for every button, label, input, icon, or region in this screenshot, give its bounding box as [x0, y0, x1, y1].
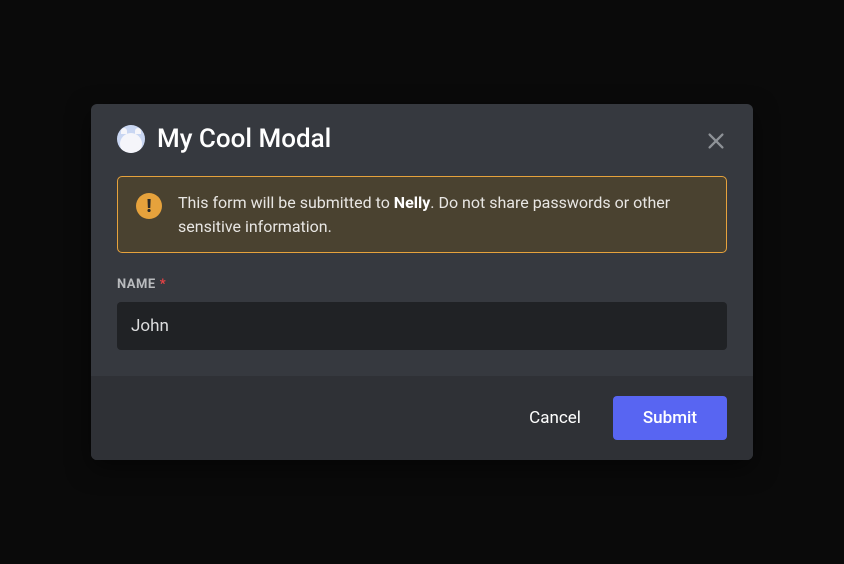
- close-icon: [705, 130, 727, 152]
- warning-banner: ! This form will be submitted to Nelly. …: [117, 176, 727, 252]
- warning-text: This form will be submitted to Nelly. Do…: [178, 191, 708, 237]
- app-avatar: [117, 125, 145, 153]
- warning-prefix: This form will be submitted to: [178, 193, 394, 212]
- cancel-button[interactable]: Cancel: [521, 398, 589, 438]
- name-label-text: NAME: [117, 277, 156, 292]
- modal-title: My Cool Modal: [157, 124, 727, 154]
- modal-footer: Cancel Submit: [91, 376, 753, 460]
- warning-icon: !: [136, 193, 162, 219]
- name-field-label: NAME *: [117, 277, 727, 292]
- close-button[interactable]: [701, 126, 731, 156]
- modal-header: My Cool Modal: [91, 104, 753, 154]
- modal-body: ! This form will be submitted to Nelly. …: [91, 154, 753, 375]
- modal-dialog: My Cool Modal ! This form will be submit…: [91, 104, 753, 459]
- required-indicator: *: [160, 277, 166, 292]
- submit-button[interactable]: Submit: [613, 396, 727, 440]
- name-input[interactable]: [117, 302, 727, 350]
- warning-app-name: Nelly: [394, 193, 430, 212]
